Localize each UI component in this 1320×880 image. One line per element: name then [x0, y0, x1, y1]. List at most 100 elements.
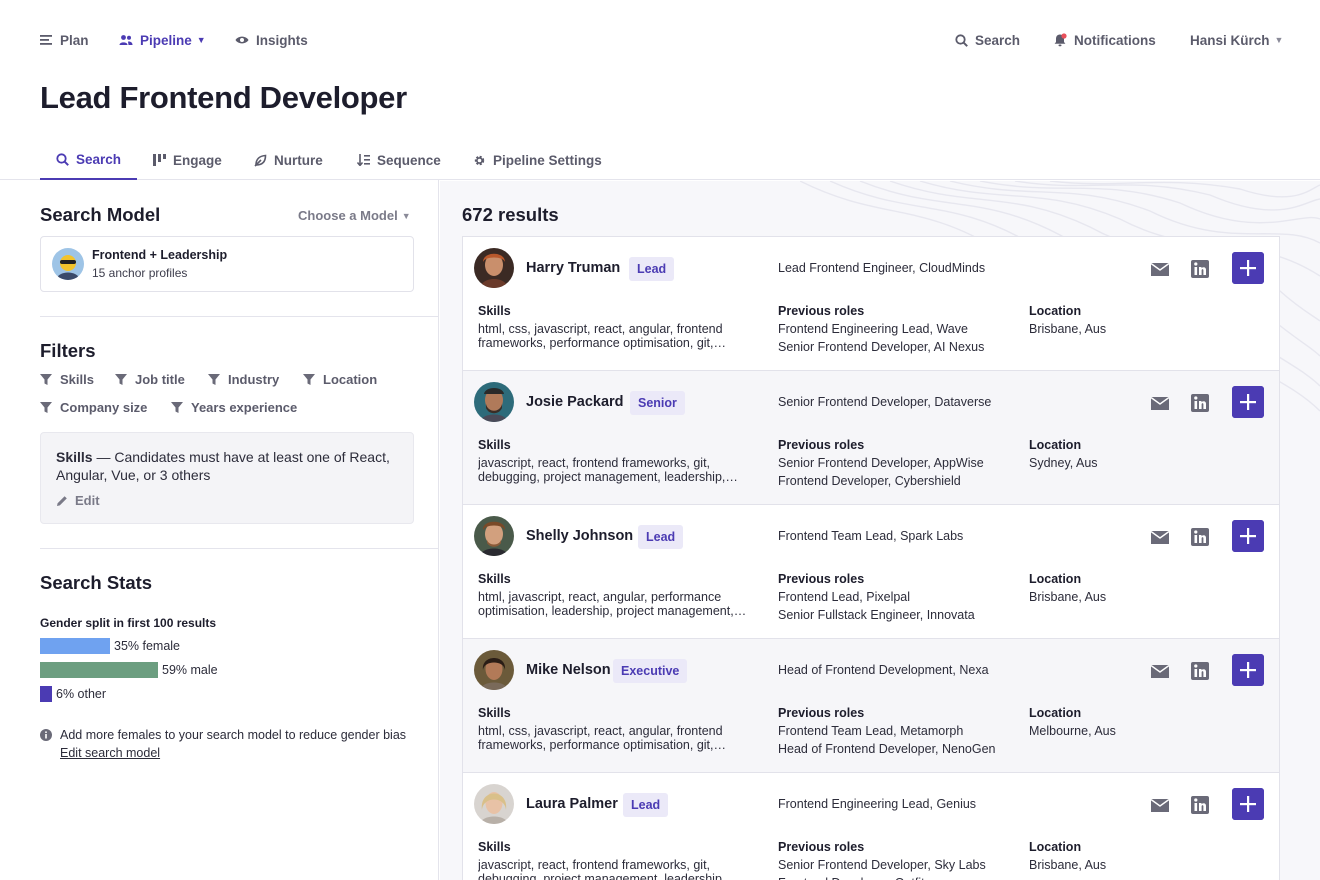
nav-pipeline-label: Pipeline	[140, 32, 192, 48]
edit-label: Edit	[75, 493, 100, 508]
tab-pipeline-settings-label: Pipeline Settings	[493, 152, 602, 168]
skills-label: Skills	[478, 572, 511, 586]
left-panel: Search Model Choose a Model ▼ Frontend +…	[0, 180, 439, 880]
list-icon	[40, 35, 52, 45]
candidate-name[interactable]: Harry Truman	[526, 260, 620, 276]
nav-search[interactable]: Search	[955, 31, 1020, 49]
level-badge: Executive	[613, 659, 688, 683]
edit-search-model-link[interactable]: Edit search model	[60, 746, 160, 760]
candidate-skills: html, css, javascript, react, angular, f…	[478, 322, 723, 350]
search-model-card[interactable]: Frontend + Leadership 15 anchor profiles	[40, 236, 414, 292]
add-candidate-button[interactable]	[1232, 386, 1264, 418]
linkedin-icon[interactable]	[1190, 393, 1210, 413]
candidate-card[interactable]: Harry Truman Lead Lead Frontend Engineer…	[463, 237, 1279, 371]
add-candidate-button[interactable]	[1232, 654, 1264, 686]
nav-notifications[interactable]: Notifications	[1053, 31, 1156, 49]
linkedin-icon[interactable]	[1190, 795, 1210, 815]
user-name: Hansi Kürch	[1190, 32, 1270, 48]
divider	[40, 548, 439, 549]
candidate-name[interactable]: Josie Packard	[526, 394, 624, 410]
tab-search[interactable]: Search	[40, 140, 138, 180]
candidate-card[interactable]: Mike Nelson Executive Head of Frontend D…	[463, 639, 1279, 773]
candidate-card[interactable]: Laura Palmer Lead Frontend Engineering L…	[463, 773, 1279, 880]
location-label: Location	[1029, 438, 1082, 452]
linkedin-icon[interactable]	[1190, 661, 1210, 681]
female-label: 35% female	[114, 639, 181, 653]
candidate-avatar	[474, 516, 514, 556]
search-icon	[56, 152, 69, 166]
skills-label: Skills	[478, 706, 511, 720]
nurture-icon	[254, 154, 267, 167]
location-label: Location	[1029, 706, 1082, 720]
model-name: Frontend + Leadership	[92, 248, 228, 262]
candidate-name[interactable]: Mike Nelson	[526, 662, 611, 678]
sequence-icon	[357, 154, 370, 166]
nav-insights[interactable]: Insights	[235, 31, 308, 49]
candidate-card[interactable]: Josie Packard Senior Senior Frontend Dev…	[463, 371, 1279, 505]
email-icon[interactable]	[1150, 661, 1170, 681]
other-label: 6% other	[56, 687, 107, 701]
location-label: Location	[1029, 840, 1082, 854]
candidate-location: Sydney, Aus	[1029, 456, 1098, 470]
skills-filter-text: Skills — Candidates must have at least o…	[56, 448, 396, 484]
previous-role: Senior Fullstack Engineer, Innovata	[778, 608, 975, 622]
skills-label: Skills	[478, 840, 511, 854]
previous-role: Frontend Engineering Lead, Wave	[778, 322, 968, 336]
filter-skills[interactable]: Skills	[40, 372, 94, 387]
current-role: Head of Frontend Development, Nexa	[778, 663, 989, 677]
linkedin-icon[interactable]	[1190, 527, 1210, 547]
edit-skills-button[interactable]: Edit	[56, 493, 100, 508]
skills-filter-summary: Skills — Candidates must have at least o…	[40, 432, 414, 524]
nav-pipeline[interactable]: Pipeline ▼	[119, 31, 206, 49]
previous-role: Frontend Team Lead, Metamorph	[778, 724, 964, 738]
tab-sequence-label: Sequence	[377, 152, 441, 168]
candidate-location: Brisbane, Aus	[1029, 322, 1107, 336]
previous-role: Frontend Developer, Outfit	[778, 876, 925, 880]
gear-icon	[474, 155, 485, 165]
filter-icon	[115, 373, 127, 385]
filter-company-size[interactable]: Company size	[40, 400, 147, 415]
candidate-card[interactable]: Shelly Johnson Lead Frontend Team Lead, …	[463, 505, 1279, 639]
email-icon[interactable]	[1150, 259, 1170, 279]
add-candidate-button[interactable]	[1232, 520, 1264, 552]
user-menu[interactable]: Hansi Kürch ▼	[1190, 31, 1283, 49]
tab-pipeline-settings[interactable]: Pipeline Settings	[473, 140, 602, 180]
add-candidate-button[interactable]	[1232, 788, 1264, 820]
add-candidate-button[interactable]	[1232, 252, 1264, 284]
linkedin-icon[interactable]	[1190, 259, 1210, 279]
email-icon[interactable]	[1150, 527, 1170, 547]
previous-role: Senior Frontend Developer, AI Nexus	[778, 340, 985, 354]
email-icon[interactable]	[1150, 795, 1170, 815]
female-bar	[40, 638, 110, 654]
email-icon[interactable]	[1150, 393, 1170, 413]
tab-nurture[interactable]: Nurture	[254, 140, 323, 180]
previous-roles-label: Previous roles	[778, 438, 865, 452]
other-bar	[40, 686, 52, 702]
current-role: Lead Frontend Engineer, CloudMinds	[778, 261, 986, 275]
filter-years-experience[interactable]: Years experience	[171, 400, 297, 415]
previous-role: Frontend Developer, Cybershield	[778, 474, 961, 488]
candidate-name[interactable]: Shelly Johnson	[526, 528, 633, 544]
choose-model-dropdown[interactable]: Choose a Model ▼	[298, 208, 411, 223]
nav-plan[interactable]: Plan	[40, 31, 89, 49]
skills-filter-description: — Candidates must have at least one of R…	[56, 449, 390, 483]
current-role: Frontend Engineering Lead, Genius	[778, 797, 977, 811]
filter-icon	[303, 373, 315, 385]
filter-job-title[interactable]: Job title	[115, 372, 185, 387]
tab-sequence[interactable]: Sequence	[357, 140, 441, 180]
level-badge: Lead	[623, 793, 669, 817]
filter-industry[interactable]: Industry	[208, 372, 279, 387]
tab-engage[interactable]: Engage	[153, 140, 222, 180]
skills-label: Skills	[478, 304, 511, 318]
candidate-avatar	[474, 248, 514, 288]
previous-role: Senior Frontend Developer, AppWise	[778, 456, 984, 470]
filter-icon	[171, 401, 183, 413]
candidate-name[interactable]: Laura Palmer	[526, 796, 618, 812]
search-stats-heading: Search Stats	[40, 572, 153, 593]
bell-icon	[1054, 33, 1067, 47]
tab-engage-label: Engage	[173, 152, 222, 168]
candidate-skills: javascript, react, frontend frameworks, …	[478, 456, 726, 484]
current-role: Frontend Team Lead, Spark Labs	[778, 529, 964, 543]
filter-industry-label: Industry	[228, 372, 280, 387]
filter-location[interactable]: Location	[303, 372, 377, 387]
